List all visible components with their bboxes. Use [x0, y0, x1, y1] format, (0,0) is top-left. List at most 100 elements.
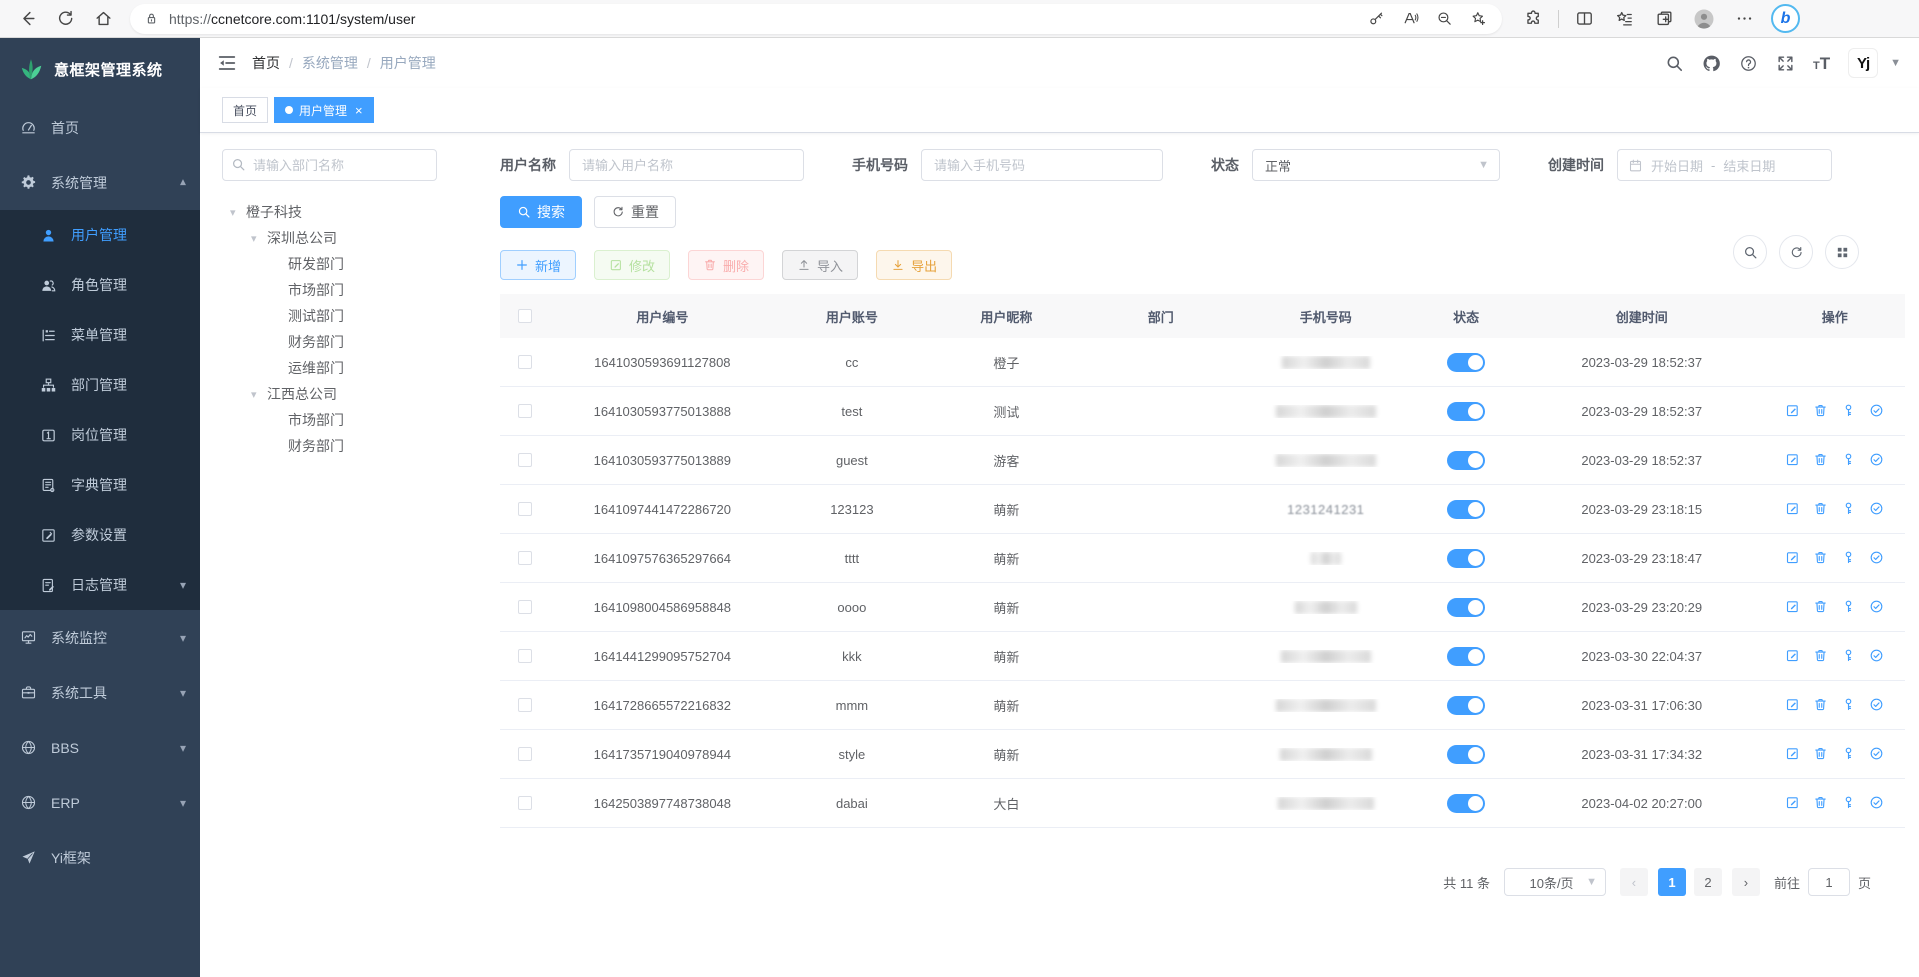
row-assign-role-button[interactable]	[1869, 550, 1885, 566]
status-toggle[interactable]	[1447, 549, 1485, 568]
table-columns-button[interactable]	[1825, 235, 1859, 269]
next-page-button[interactable]: ›	[1732, 868, 1760, 896]
row-edit-button[interactable]	[1785, 550, 1801, 566]
row-delete-button[interactable]	[1813, 452, 1829, 468]
bing-chat-icon[interactable]: b	[1771, 4, 1800, 33]
sidebar-item-bbs[interactable]: BBS ▾	[0, 720, 200, 775]
split-screen-icon[interactable]	[1567, 4, 1601, 34]
status-toggle[interactable]	[1447, 696, 1485, 715]
favorites-icon[interactable]	[1607, 4, 1641, 34]
sidebar-item-log[interactable]: 日志管理 ▾	[0, 560, 200, 610]
status-select[interactable]: 正常 ▼	[1252, 149, 1500, 181]
row-assign-role-button[interactable]	[1869, 403, 1885, 419]
sidebar-item-post[interactable]: 岗位管理	[0, 410, 200, 460]
status-toggle[interactable]	[1447, 402, 1485, 421]
export-button[interactable]: 导出	[876, 250, 952, 280]
tab-user-management[interactable]: 用户管理 ×	[274, 97, 374, 123]
date-range-picker[interactable]: 开始日期 - 结束日期	[1617, 149, 1832, 181]
sidebar-item-dept[interactable]: 部门管理	[0, 360, 200, 410]
row-delete-button[interactable]	[1813, 648, 1829, 664]
tab-home[interactable]: 首页	[222, 97, 268, 123]
row-assign-role-button[interactable]	[1869, 697, 1885, 713]
fullscreen-icon[interactable]	[1776, 54, 1795, 73]
row-delete-button[interactable]	[1813, 403, 1829, 419]
row-delete-button[interactable]	[1813, 795, 1829, 811]
tree-node[interactable]: ▾ 江西总公司	[222, 381, 500, 407]
tree-node[interactable]: 运维部门	[222, 355, 500, 381]
user-avatar[interactable]: Yj	[1848, 48, 1878, 78]
tree-node[interactable]: ▾ 橙子科技	[222, 199, 500, 225]
sidebar-item-home[interactable]: 首页	[0, 100, 200, 155]
status-toggle[interactable]	[1447, 451, 1485, 470]
row-edit-button[interactable]	[1785, 746, 1801, 762]
extensions-icon[interactable]	[1516, 4, 1550, 34]
department-search-input[interactable]	[222, 149, 437, 181]
delete-button[interactable]: 删除	[688, 250, 764, 280]
row-reset-password-button[interactable]	[1841, 501, 1857, 517]
phone-input[interactable]	[921, 149, 1163, 181]
select-all-checkbox[interactable]	[518, 309, 532, 323]
status-toggle[interactable]	[1447, 794, 1485, 813]
tree-expand-icon[interactable]: ▾	[230, 206, 246, 219]
row-checkbox[interactable]	[518, 747, 532, 761]
sidebar-item-config[interactable]: 参数设置	[0, 510, 200, 560]
status-toggle[interactable]	[1447, 598, 1485, 617]
row-delete-button[interactable]	[1813, 746, 1829, 762]
breadcrumb-system[interactable]: 系统管理	[302, 53, 358, 73]
browser-refresh-button[interactable]	[48, 4, 82, 34]
row-edit-button[interactable]	[1785, 403, 1801, 419]
avatar-caret-icon[interactable]: ▼	[1890, 57, 1901, 69]
tree-node[interactable]: 财务部门	[222, 433, 500, 459]
tree-node[interactable]: 财务部门	[222, 329, 500, 355]
sidebar-item-system[interactable]: 系统管理 ▾	[0, 155, 200, 210]
sidebar-fold-icon[interactable]	[216, 52, 238, 74]
browser-menu-icon[interactable]	[1727, 4, 1761, 34]
row-reset-password-button[interactable]	[1841, 697, 1857, 713]
row-checkbox[interactable]	[518, 404, 532, 418]
tree-node[interactable]: 研发部门	[222, 251, 500, 277]
header-search-icon[interactable]	[1665, 54, 1684, 73]
collections-icon[interactable]	[1647, 4, 1681, 34]
edit-button[interactable]: 修改	[594, 250, 670, 280]
url-text[interactable]: https://ccnetcore.com:1101/system/user	[169, 11, 1362, 27]
tree-node[interactable]: ▾ 深圳总公司	[222, 225, 500, 251]
row-assign-role-button[interactable]	[1869, 746, 1885, 762]
row-reset-password-button[interactable]	[1841, 550, 1857, 566]
status-toggle[interactable]	[1447, 500, 1485, 519]
row-delete-button[interactable]	[1813, 697, 1829, 713]
row-edit-button[interactable]	[1785, 648, 1801, 664]
row-delete-button[interactable]	[1813, 501, 1829, 517]
row-reset-password-button[interactable]	[1841, 795, 1857, 811]
prev-page-button[interactable]: ‹	[1620, 868, 1648, 896]
row-checkbox[interactable]	[518, 502, 532, 516]
sidebar-item-dict[interactable]: 字典管理	[0, 460, 200, 510]
page-button-2[interactable]: 2	[1694, 868, 1722, 896]
row-checkbox[interactable]	[518, 453, 532, 467]
tree-node[interactable]: 市场部门	[222, 407, 500, 433]
row-reset-password-button[interactable]	[1841, 403, 1857, 419]
row-assign-role-button[interactable]	[1869, 452, 1885, 468]
add-favorite-icon[interactable]	[1464, 6, 1492, 32]
row-assign-role-button[interactable]	[1869, 501, 1885, 517]
sidebar-item-menu[interactable]: 菜单管理	[0, 310, 200, 360]
row-assign-role-button[interactable]	[1869, 648, 1885, 664]
browser-back-button[interactable]	[10, 4, 44, 34]
row-checkbox[interactable]	[518, 551, 532, 565]
row-checkbox[interactable]	[518, 600, 532, 614]
sidebar-item-role[interactable]: 角色管理	[0, 260, 200, 310]
tree-node[interactable]: 市场部门	[222, 277, 500, 303]
address-bar[interactable]: https://ccnetcore.com:1101/system/user	[130, 4, 1502, 34]
row-delete-button[interactable]	[1813, 550, 1829, 566]
row-assign-role-button[interactable]	[1869, 599, 1885, 615]
sidebar-item-tool[interactable]: 系统工具 ▾	[0, 665, 200, 720]
row-assign-role-button[interactable]	[1869, 795, 1885, 811]
help-icon[interactable]	[1739, 54, 1758, 73]
font-size-icon[interactable]: TT	[1813, 55, 1830, 72]
reset-button[interactable]: 重置	[594, 196, 676, 228]
row-checkbox[interactable]	[518, 698, 532, 712]
zoom-out-icon[interactable]	[1430, 6, 1458, 32]
sidebar-item-erp[interactable]: ERP ▾	[0, 775, 200, 830]
browser-profile-avatar[interactable]	[1687, 4, 1721, 34]
row-checkbox[interactable]	[518, 355, 532, 369]
row-reset-password-button[interactable]	[1841, 648, 1857, 664]
